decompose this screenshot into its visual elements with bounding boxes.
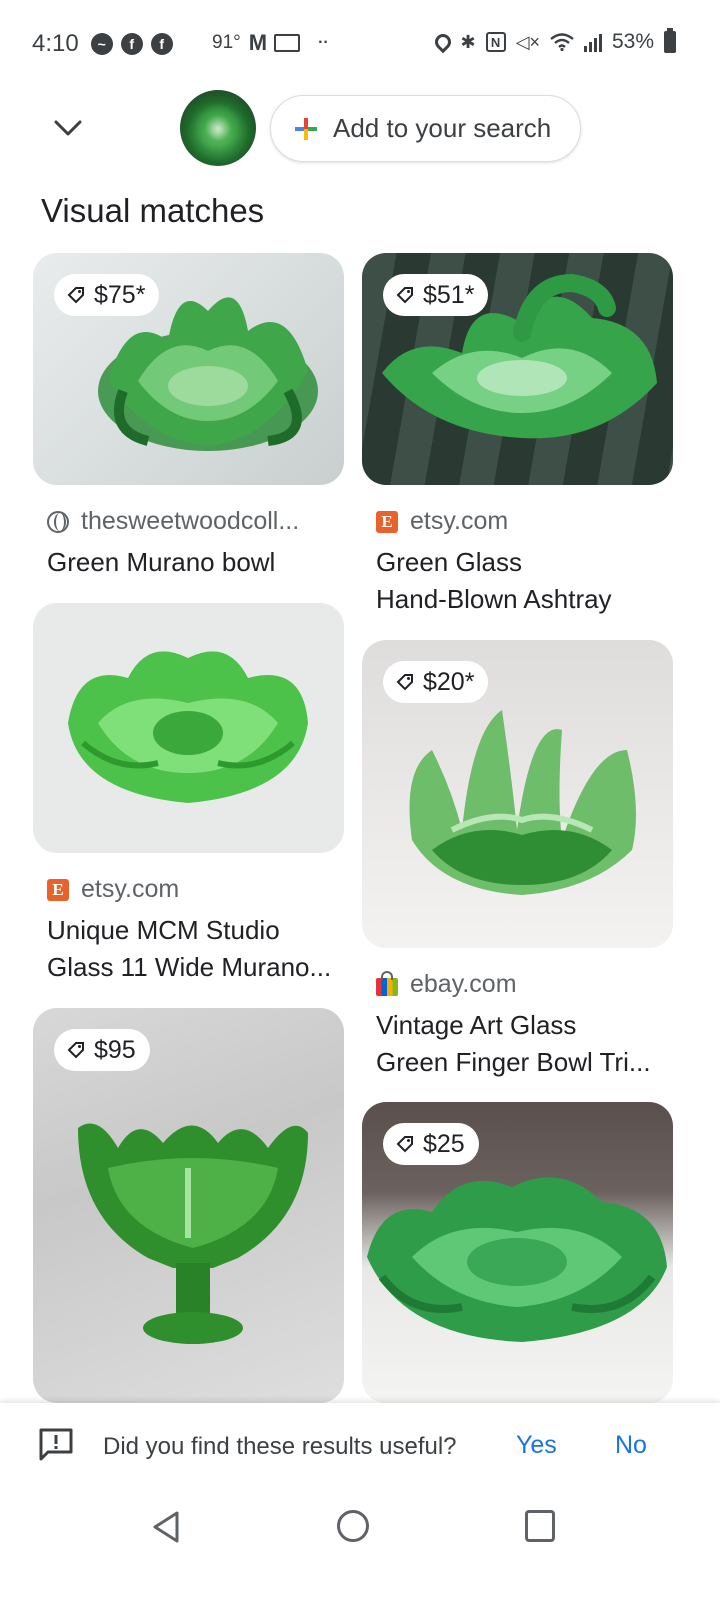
result-source: ebay.com [362, 970, 673, 999]
bluetooth-icon: ✱ [460, 31, 476, 52]
result-image[interactable]: $25 [362, 1102, 673, 1403]
result-title[interactable]: Green Murano bowl [33, 544, 344, 581]
price-tag-icon [67, 1042, 84, 1059]
plus-icon [293, 116, 319, 142]
nfc-icon: N [485, 32, 506, 52]
mute-icon: ◁× [515, 31, 540, 52]
feedback-no-button[interactable]: No [615, 1431, 647, 1460]
status-bar: 4:10 ~ f f 91° M ·· ✱ N ◁× 53% [0, 0, 720, 88]
messenger-icon: ~ [90, 33, 113, 55]
status-right: ✱ N ◁× 53% [431, 28, 676, 54]
price: $25 [423, 1129, 465, 1158]
navigation-bar [0, 1489, 720, 1600]
result-image[interactable] [33, 603, 344, 853]
wifi-icon [550, 33, 574, 51]
result-title-line: Green Murano bowl [47, 547, 276, 577]
ebay-icon [376, 970, 398, 996]
price-tag: $95 [54, 1029, 150, 1071]
source-domain: thesweetwoodcoll... [81, 507, 300, 535]
result-title-line: Unique MCM Studio [47, 915, 280, 945]
more-notifications-icon: ·· [318, 34, 329, 51]
result-title-line: Hand-Blown Ashtray [376, 584, 612, 614]
query-image-thumbnail[interactable] [180, 90, 256, 166]
status-notifications: 91° M ·· [212, 30, 329, 56]
result-title-line: Vintage Art Glass [376, 1010, 577, 1040]
collapse-button[interactable] [48, 108, 88, 148]
price: $75* [94, 280, 146, 309]
etsy-icon: E [376, 510, 398, 533]
result-title-line: Green Glass [376, 547, 522, 577]
feedback-question: Did you find these results useful? [103, 1433, 457, 1460]
back-button[interactable] [150, 1510, 182, 1544]
glass-bowl-image [367, 1177, 667, 1342]
result-card[interactable]: E etsy.com Unique MCM Studio Glass 11 Wi… [33, 603, 344, 986]
source-domain: ebay.com [410, 970, 517, 998]
result-title[interactable]: Vintage Art Glass Green Finger Bowl Tri.… [362, 1007, 673, 1081]
facebook-icon: f [150, 33, 173, 55]
outlook-icon [274, 34, 301, 52]
glass-bowl-image [68, 651, 308, 803]
etsy-icon: E [47, 878, 69, 901]
location-icon [431, 30, 454, 54]
price-tag: $75* [54, 274, 160, 316]
status-time: 4:10 [32, 30, 79, 57]
signal-icon [583, 32, 602, 52]
feedback-yes-button[interactable]: Yes [516, 1431, 557, 1460]
result-image[interactable]: $20* [362, 640, 673, 948]
add-to-search-label: Add to your search [333, 113, 552, 143]
result-source: E etsy.com [33, 875, 344, 904]
price: $51* [423, 280, 475, 309]
result-card[interactable]: $25 [362, 1102, 673, 1403]
source-domain: etsy.com [81, 875, 180, 903]
source-domain: etsy.com [410, 507, 509, 535]
result-title-line: Green Finger Bowl Tri... [376, 1047, 651, 1077]
gmail-icon: M [248, 30, 267, 55]
price-tag-icon [396, 1136, 413, 1153]
globe-icon [47, 510, 69, 533]
result-image[interactable]: $51* [362, 253, 673, 485]
feedback-icon [39, 1428, 73, 1461]
glass-finger-bowl-image [409, 710, 636, 895]
result-title[interactable]: Green Glass Hand-Blown Ashtray [362, 544, 673, 618]
temperature: 91° [212, 32, 241, 53]
battery-icon [664, 28, 676, 53]
price-tag: $51* [383, 274, 489, 316]
result-card[interactable]: $95 [33, 1008, 344, 1403]
recent-apps-button[interactable] [525, 1510, 555, 1542]
status-left: 4:10 ~ f f [32, 30, 173, 58]
price-tag-icon [396, 287, 413, 304]
result-card[interactable]: $75* thesweetwoodcoll... Green Murano bo… [33, 253, 344, 581]
add-to-search-button[interactable]: Add to your search [270, 95, 581, 162]
price-tag-icon [67, 287, 84, 304]
query-image-glass [194, 104, 242, 152]
result-title[interactable]: Unique MCM Studio Glass 11 Wide Murano..… [33, 912, 344, 986]
result-source: E etsy.com [362, 507, 673, 536]
result-card[interactable]: $20* ebay.com Vintage Art Glass Green Fi… [362, 640, 673, 1081]
price-tag-icon [396, 674, 413, 691]
facebook-icon: f [120, 33, 143, 55]
feedback-bar: Did you find these results useful? Yes N… [0, 1403, 720, 1489]
home-button[interactable] [337, 1510, 369, 1542]
result-source: thesweetwoodcoll... [33, 507, 344, 536]
price: $95 [94, 1035, 136, 1064]
result-title-line: Glass 11 Wide Murano... [47, 952, 332, 982]
price-tag: $20* [383, 661, 489, 703]
result-image[interactable]: $75* [33, 253, 344, 485]
glass-pedestal-bowl-image [78, 1123, 308, 1344]
price: $20* [423, 667, 475, 696]
result-card[interactable]: $51* E etsy.com Green Glass Hand-Blown A… [362, 253, 673, 618]
section-title: Visual matches [41, 192, 265, 229]
result-image[interactable]: $95 [33, 1008, 344, 1403]
battery-percent: 53% [611, 30, 654, 53]
price-tag: $25 [383, 1123, 479, 1165]
chevron-down-icon [54, 120, 82, 136]
